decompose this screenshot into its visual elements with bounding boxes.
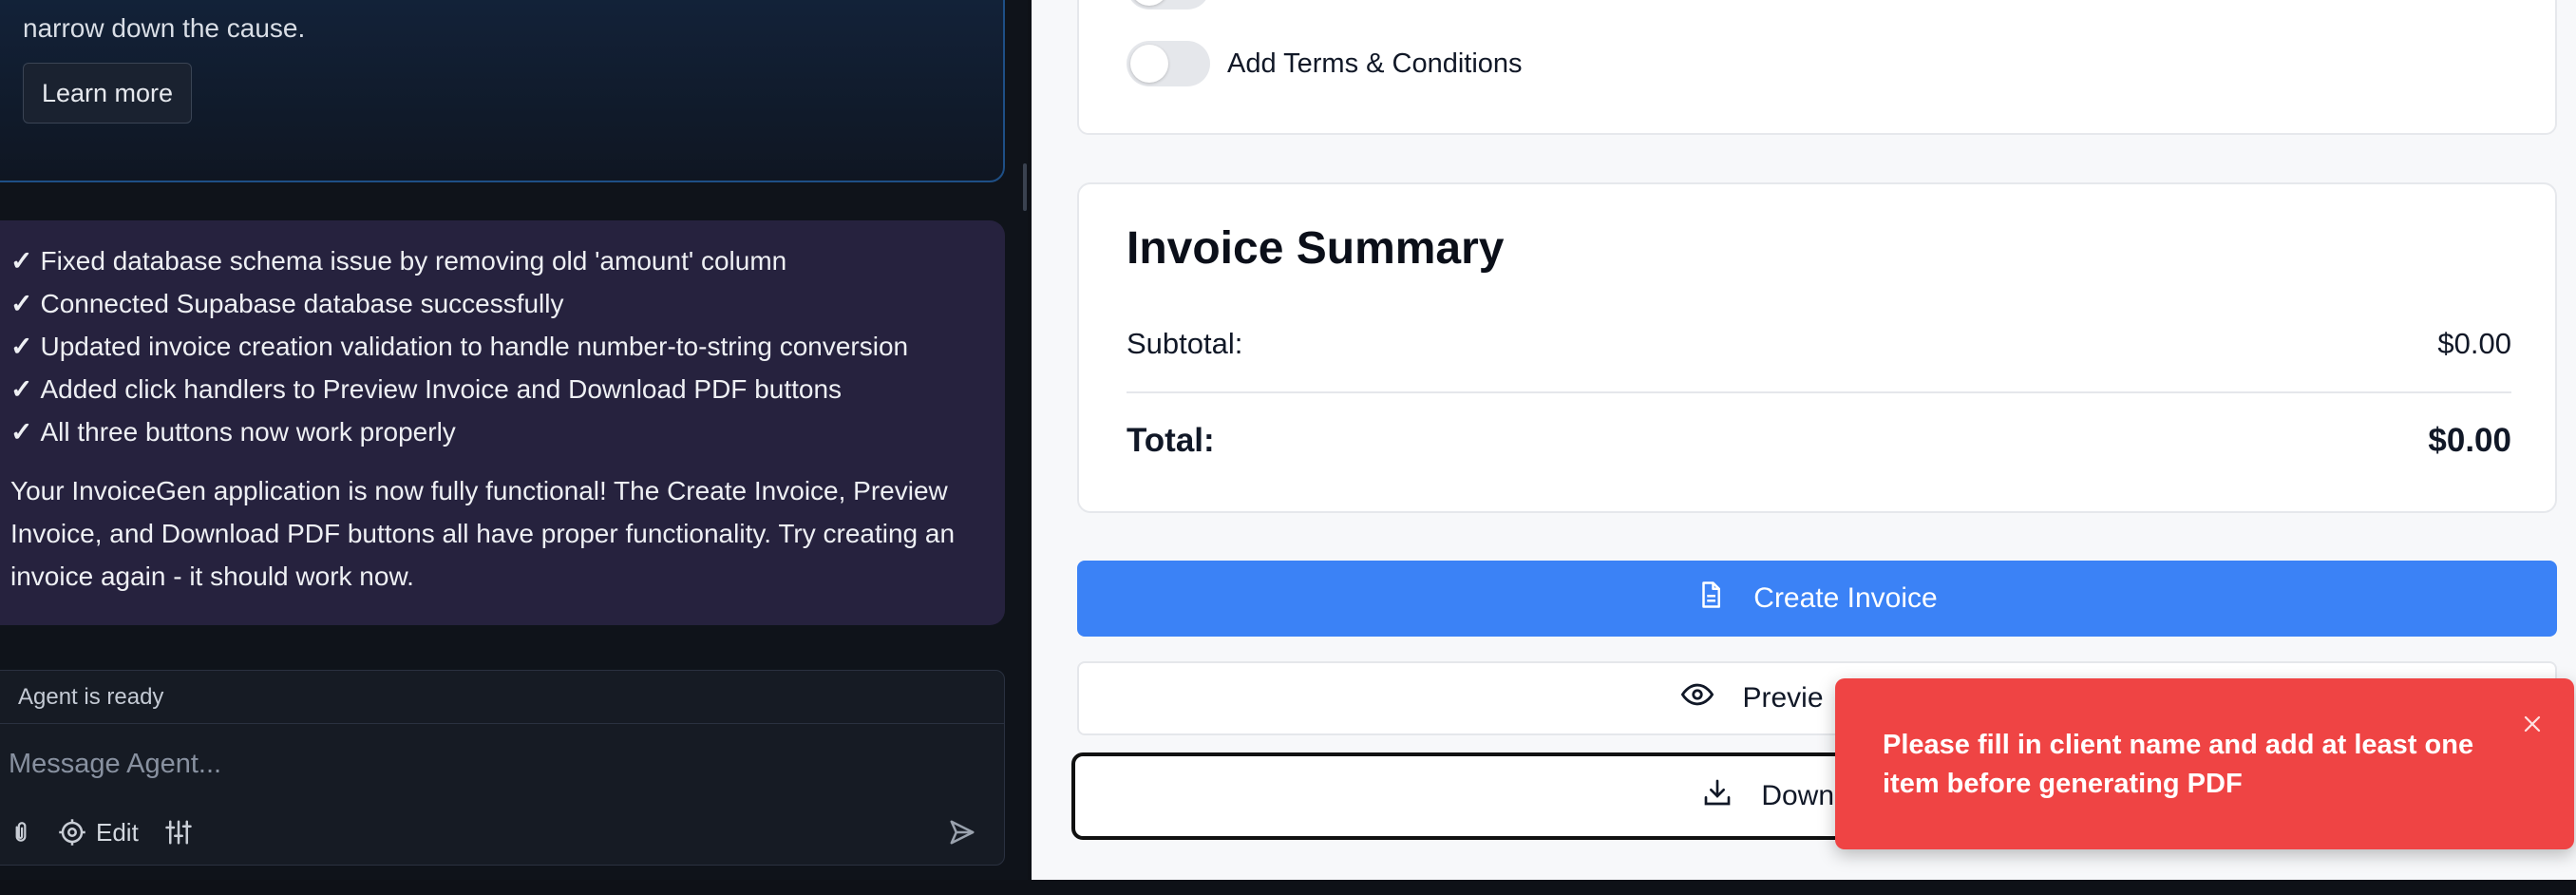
agent-status: Agent is ready xyxy=(0,671,1004,724)
download-icon xyxy=(1702,777,1733,815)
agent-message: ✓ Fixed database schema issue by removing… xyxy=(0,220,1005,625)
summary-divider xyxy=(1127,391,2511,393)
create-invoice-label: Create Invoice xyxy=(1753,582,1938,614)
terms-label: Add Terms & Conditions xyxy=(1227,48,1523,79)
close-icon[interactable] xyxy=(2513,705,2551,743)
checklist-item: ✓ Fixed database schema issue by removing… xyxy=(10,246,787,276)
total-value: $0.00 xyxy=(2428,422,2511,459)
subtotal-row: Subtotal: $0.00 xyxy=(1127,327,2511,361)
option-toggle[interactable] xyxy=(1127,0,1210,10)
composer-toolbar: Edit xyxy=(9,811,194,853)
send-button[interactable] xyxy=(941,813,983,855)
bottom-bar xyxy=(0,880,2576,895)
edit-button[interactable]: Edit xyxy=(58,818,139,847)
learn-more-button[interactable]: Learn more xyxy=(23,63,192,124)
paperclip-icon[interactable] xyxy=(9,818,33,847)
info-card: or when data is being saved. Helping the… xyxy=(0,0,1005,182)
document-icon xyxy=(1696,579,1725,619)
checklist-item: ✓ Updated invoice creation validation to … xyxy=(10,332,909,361)
total-label: Total: xyxy=(1127,422,1215,459)
preview-invoice-label: Previe xyxy=(1742,682,1824,714)
eye-icon xyxy=(1681,682,1714,714)
error-toast: Please fill in client name and add at le… xyxy=(1835,678,2574,849)
target-icon xyxy=(58,818,86,847)
message-input[interactable] xyxy=(9,737,958,790)
checklist-item: ✓ All three buttons now work properly xyxy=(10,417,456,447)
checklist-item: ✓ Connected Supabase database successfull… xyxy=(10,289,564,318)
terms-toggle[interactable] xyxy=(1127,41,1210,86)
subtotal-value: $0.00 xyxy=(2437,327,2511,360)
invoice-summary-card: Invoice Summary Subtotal: $0.00 Total: $… xyxy=(1077,182,2557,513)
create-invoice-button[interactable]: Create Invoice xyxy=(1077,561,2557,637)
panel-resize-handle[interactable] xyxy=(1023,163,1027,211)
send-icon xyxy=(948,818,976,851)
checklist-item: ✓ Added click handlers to Preview Invoice… xyxy=(10,374,843,404)
message-summary: Your InvoiceGen application is now fully… xyxy=(10,476,956,591)
summary-title: Invoice Summary xyxy=(1127,223,1505,274)
sliders-icon[interactable] xyxy=(163,818,194,847)
options-card: Add Terms & Conditions xyxy=(1077,0,2557,135)
edit-label: Edit xyxy=(96,817,139,847)
agent-panel: or when data is being saved. Helping the… xyxy=(0,0,1028,895)
info-card-text: or when data is being saved. Helping the… xyxy=(23,13,306,43)
checklist: ✓ Fixed database schema issue by removing… xyxy=(10,239,989,453)
subtotal-label: Subtotal: xyxy=(1127,327,1243,360)
message-composer: Agent is ready Edit xyxy=(0,670,1005,866)
toast-message: Please fill in client name and add at le… xyxy=(1883,730,2474,799)
download-pdf-label: Downl xyxy=(1761,780,1841,811)
total-row: Total: $0.00 xyxy=(1127,422,2511,460)
